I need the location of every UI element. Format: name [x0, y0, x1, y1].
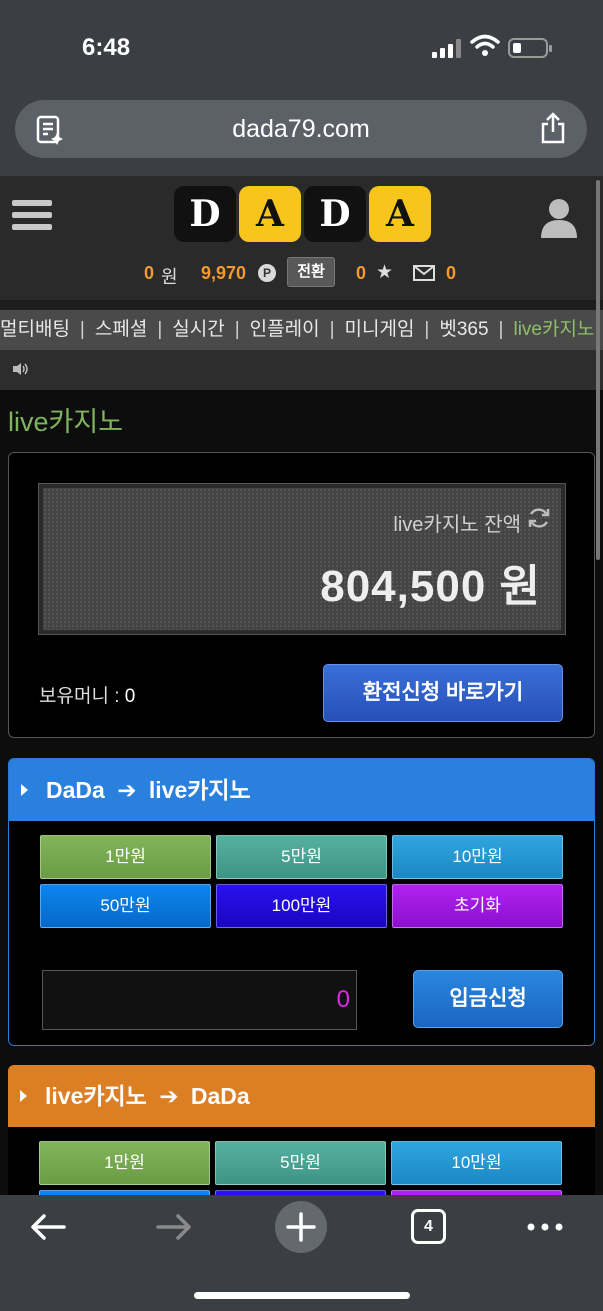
withdraw-amount-grid: 1만원 5만원 10만원 [39, 1141, 562, 1195]
caret-right-icon [20, 1090, 27, 1102]
logo-letter: A [239, 186, 301, 242]
amount-button-10k[interactable]: 1만원 [40, 835, 211, 879]
url-text[interactable]: dada79.com [15, 115, 587, 144]
site-header: D A D A 0 원 9,970 P 전환 0 ★ 0 [0, 176, 603, 300]
reset-button[interactable]: 초기화 [392, 884, 563, 928]
plus-icon [286, 1212, 316, 1242]
status-time: 6:48 [82, 34, 131, 61]
nav-separator: | [157, 319, 163, 340]
logo-letter: D [304, 186, 366, 242]
battery-icon [508, 38, 552, 58]
browser-toolbar: 4 [0, 1195, 603, 1311]
amount-button-50k[interactable]: 5만원 [215, 1141, 386, 1185]
deposit-panel-header: DaDa ➔ live카지노 [9, 759, 594, 821]
stars-value: 0 [356, 263, 367, 283]
nav-separator: | [329, 319, 335, 340]
share-icon[interactable] [539, 112, 567, 144]
exchange-shortcut-button[interactable]: 환전신청 바로가기 [323, 664, 563, 722]
amount-button-10k[interactable]: 1만원 [39, 1141, 210, 1185]
nav-item-bet365[interactable]: 벳365 [439, 319, 488, 340]
cash-unit: 원 [161, 267, 178, 287]
withdraw-panel-body: 1만원 5만원 10만원 [8, 1127, 595, 1195]
more-icon[interactable] [527, 1223, 563, 1231]
logo-letter: A [369, 186, 431, 242]
points-icon: P [258, 264, 276, 282]
amount-button-500k[interactable]: 50만원 [40, 884, 211, 928]
convert-button[interactable]: 전환 [287, 257, 335, 287]
wifi-icon [470, 34, 500, 56]
star-icon[interactable]: ★ [376, 261, 393, 284]
site-logo[interactable]: D A D A [174, 186, 431, 242]
user-icon[interactable] [540, 198, 578, 238]
deposit-submit-button[interactable]: 입금신청 [413, 970, 563, 1028]
nav-separator: | [424, 319, 430, 340]
balance-box: live카지노 잔액 804,500 원 보유머니 : 0 환전신청 바로가기 [8, 452, 595, 738]
balance-display: live카지노 잔액 804,500 원 [38, 483, 566, 635]
cash-value: 0 [144, 263, 155, 283]
nav-separator: | [79, 319, 85, 340]
notice-bar [0, 350, 603, 390]
amount-button-1m[interactable]: 100만원 [216, 884, 387, 928]
wallet-bar: 0 원 9,970 P 전환 0 ★ 0 [0, 257, 603, 291]
signal-icon [432, 38, 461, 58]
caret-right-icon [21, 784, 28, 796]
withdraw-panel-header: live카지노 ➔ DaDa [8, 1065, 595, 1127]
nav-item-live-casino[interactable]: live카지노 [513, 319, 594, 340]
amount-button-50k[interactable]: 5만원 [216, 835, 387, 879]
browser-address-area: dada79.com [0, 90, 603, 176]
mail-icon[interactable] [413, 265, 435, 281]
address-bar[interactable]: dada79.com [15, 100, 587, 158]
deposit-amount-input[interactable] [42, 970, 357, 1030]
arrow-right-icon: ➔ [117, 777, 137, 803]
back-arrow-icon[interactable] [30, 1213, 66, 1241]
held-money-label: 보유머니 : [39, 686, 125, 707]
main-nav: 멀티배팅 | 스페셜 | 실시간 | 인플레이 | 미니게임 | 벳365 | live카지노 [0, 310, 603, 350]
hamburger-menu-icon[interactable] [12, 200, 52, 236]
page-scrollbar[interactable] [596, 180, 600, 560]
arrow-right-icon: ➔ [159, 1083, 179, 1109]
nav-item-multi-bet[interactable]: 멀티배팅 [0, 319, 70, 340]
nav-item-minigame[interactable]: 미니게임 [345, 319, 415, 340]
refresh-icon[interactable] [527, 506, 551, 530]
nav-separator: | [234, 319, 240, 340]
deposit-amount-grid: 1만원 5만원 10만원 50만원 100만원 초기화 [40, 835, 563, 928]
home-indicator [194, 1292, 410, 1299]
balance-label: live카지노 잔액 [393, 514, 521, 536]
main-content: live카지노 live카지노 잔액 804,500 원 보유머니 : 0 환전… [0, 390, 603, 1195]
messages-value: 0 [446, 263, 457, 283]
speaker-icon [13, 363, 28, 375]
page-title: live카지노 [8, 407, 124, 437]
logo-letter: D [174, 186, 236, 242]
transfer-to: live카지노 [148, 777, 251, 803]
new-tab-button[interactable] [275, 1201, 327, 1253]
status-bar: 6:48 [0, 0, 603, 90]
nav-item-special[interactable]: 스페셜 [95, 319, 147, 340]
held-money: 보유머니 : 0 [39, 681, 135, 708]
transfer-from: live카지노 [45, 1083, 147, 1109]
points-value: 9,970 [201, 263, 247, 283]
tabs-button[interactable]: 4 [411, 1209, 446, 1244]
amount-button-100k[interactable]: 10만원 [392, 835, 563, 879]
transfer-from: DaDa [46, 777, 105, 803]
amount-button-100k[interactable]: 10만원 [391, 1141, 562, 1185]
withdraw-panel: live카지노 ➔ DaDa 1만원 5만원 10만원 [8, 1065, 595, 1195]
nav-item-realtime[interactable]: 실시간 [172, 319, 224, 340]
transfer-to: DaDa [190, 1083, 250, 1109]
nav-separator: | [498, 319, 504, 340]
held-money-value: 0 [124, 686, 136, 707]
deposit-panel: DaDa ➔ live카지노 1만원 5만원 10만원 50만원 100만원 초… [8, 758, 595, 1046]
forward-arrow-icon[interactable] [156, 1213, 192, 1241]
nav-item-inplay[interactable]: 인플레이 [250, 319, 320, 340]
balance-value: 804,500 원 [320, 562, 541, 611]
